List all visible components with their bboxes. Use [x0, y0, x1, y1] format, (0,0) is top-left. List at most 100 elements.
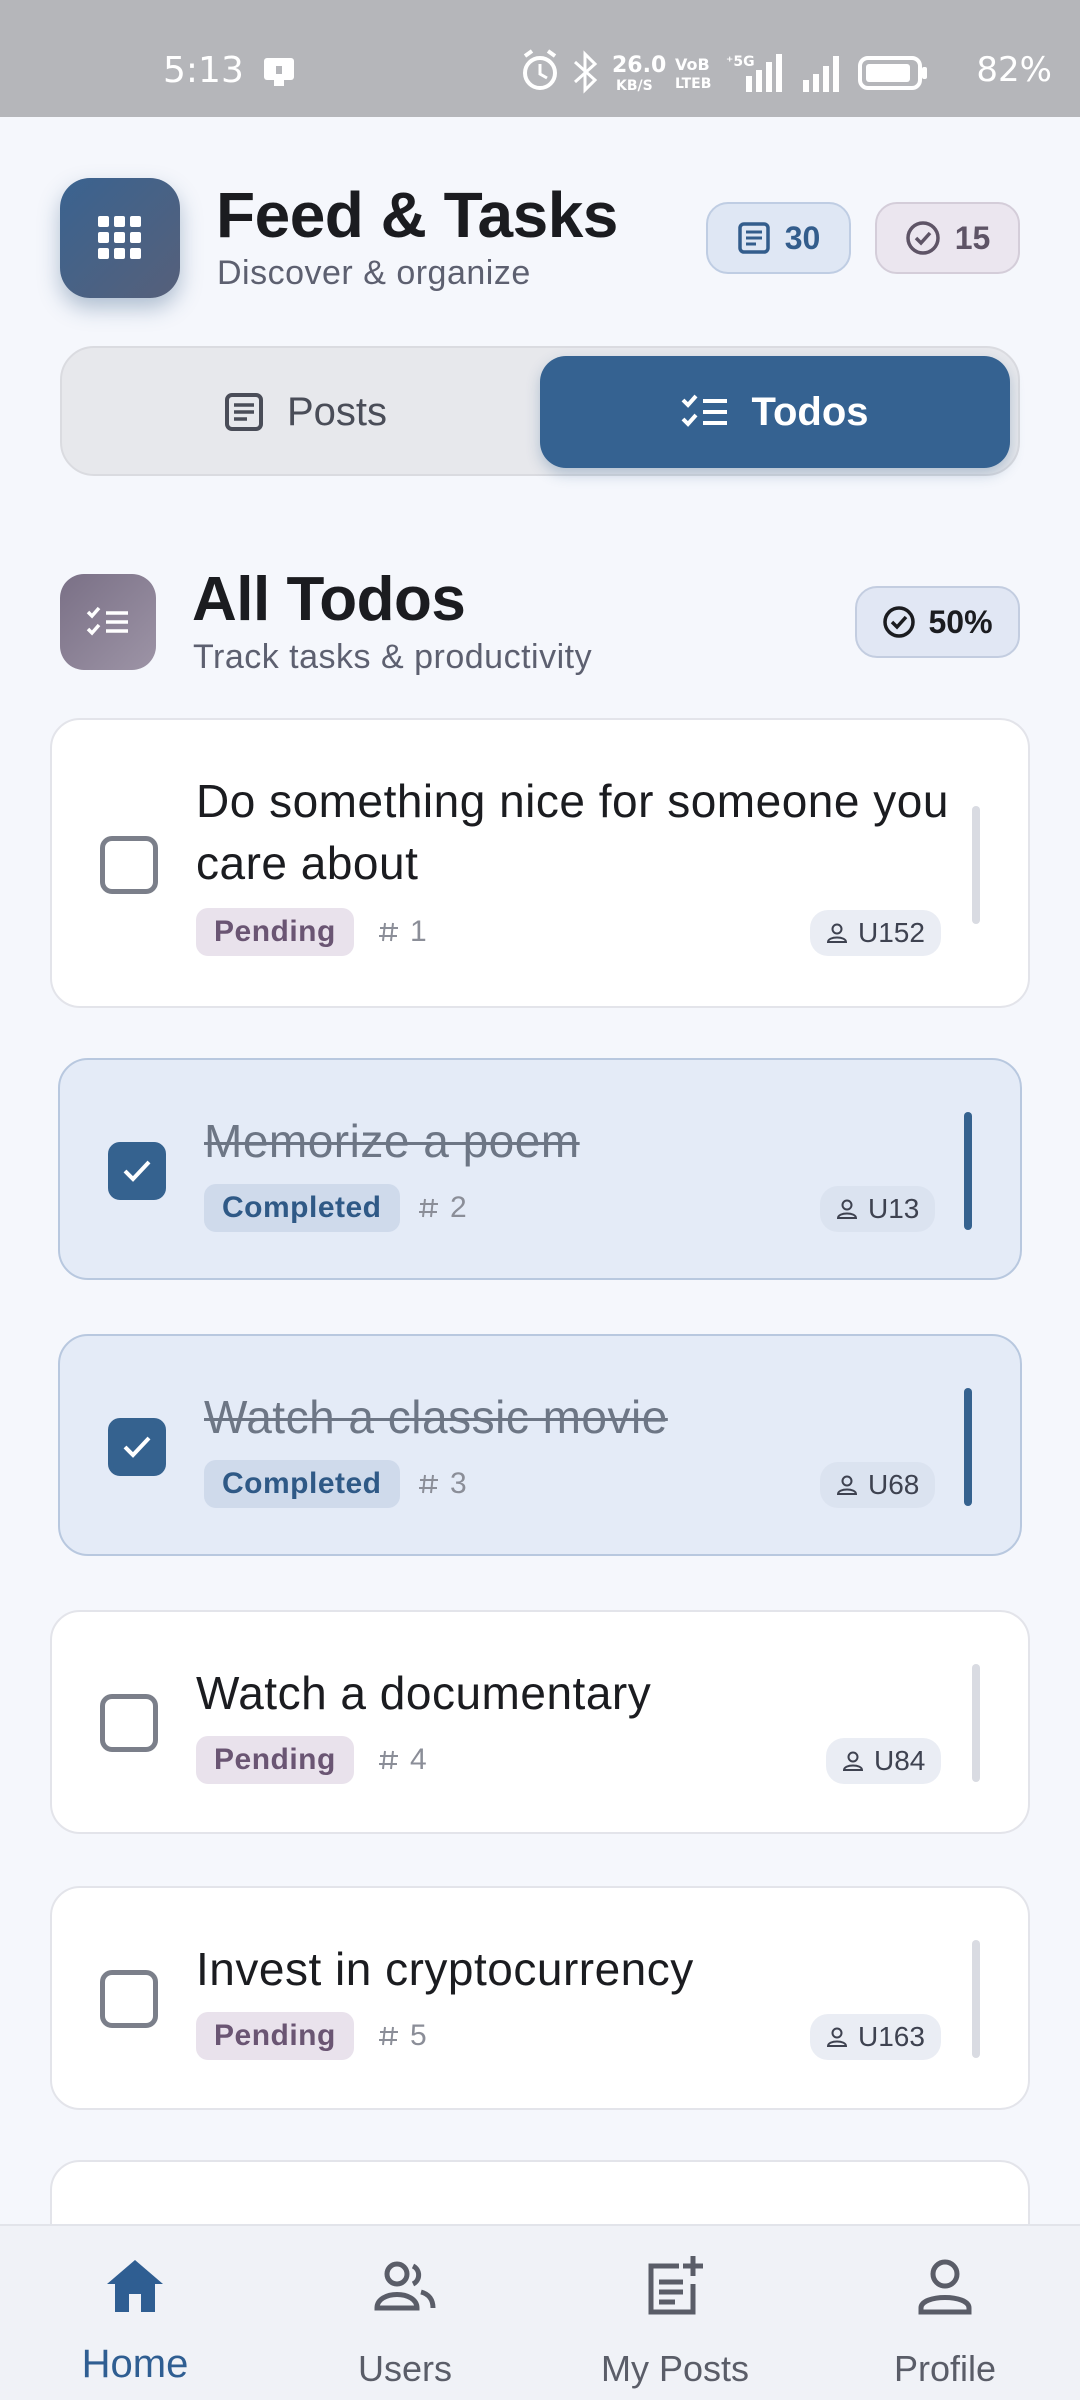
check-circle-icon — [883, 606, 916, 638]
user-badge: U152 — [810, 910, 941, 956]
user-badge: U84 — [826, 1738, 942, 1784]
user-badge: U163 — [810, 2014, 941, 2060]
status-badge: Pending — [196, 1736, 354, 1784]
bluetooth-icon — [573, 50, 598, 94]
todo-number-value: 3 — [450, 1467, 467, 1500]
grid-icon — [98, 216, 141, 259]
todo-number-value: 2 — [450, 1191, 467, 1224]
home-icon — [107, 2260, 163, 2312]
bottom-navigation: Home Users My Posts Profile — [0, 2224, 1080, 2400]
user-id: U13 — [868, 1193, 920, 1224]
hash-icon — [419, 1474, 438, 1494]
completion-badge: 50% — [855, 586, 1020, 658]
todo-number-value: 5 — [410, 2019, 427, 2052]
view-toggle: Posts Todos — [60, 346, 1020, 476]
priority-bar — [964, 1388, 972, 1506]
todo-title: Memorize a poem — [204, 1115, 580, 1167]
todo-card[interactable]: Watch a documentary Pending 4 U84 — [50, 1610, 1030, 1834]
hash-icon — [379, 1750, 398, 1770]
nav-my-posts[interactable]: My Posts — [540, 2226, 810, 2400]
user-badge: U68 — [820, 1462, 936, 1508]
hash-icon — [379, 922, 398, 942]
article-icon — [737, 222, 770, 254]
section-icon — [60, 574, 156, 670]
user-id: U84 — [874, 1745, 926, 1776]
check-icon — [123, 1436, 151, 1458]
nav-profile[interactable]: Profile — [810, 2226, 1080, 2400]
user-id: U163 — [858, 2021, 925, 2052]
notification-icon — [264, 58, 294, 86]
user-id: U68 — [868, 1469, 920, 1500]
todo-card[interactable]: Watch a classic movie Completed 3 U68 — [58, 1334, 1022, 1556]
tab-todos-label: Todos — [751, 389, 869, 434]
todo-card[interactable]: Invest in cryptocurrency Pending 5 U163 — [50, 1886, 1030, 2110]
battery-icon — [858, 56, 927, 90]
nav-users-label: Users — [357, 2348, 452, 2389]
todo-checkbox[interactable] — [108, 1142, 166, 1200]
app-title: Feed & Tasks — [216, 179, 618, 251]
person-icon — [826, 923, 848, 943]
todo-title: Watch a classic movie — [204, 1391, 668, 1443]
post-add-icon — [648, 2256, 703, 2315]
tab-posts[interactable]: Posts — [70, 356, 540, 468]
article-icon — [224, 393, 263, 431]
priority-bar — [972, 806, 980, 924]
status-badge: Pending — [196, 908, 354, 956]
todo-title: Invest in cryptocurrency — [196, 1943, 694, 1995]
nav-home[interactable]: Home — [0, 2226, 270, 2400]
svg-text:VoB: VoB — [675, 55, 710, 74]
todo-number: 5 — [378, 2012, 427, 2060]
priority-bar — [964, 1112, 972, 1230]
person-icon — [836, 1475, 858, 1495]
todo-number: 2 — [418, 1184, 467, 1232]
priority-bar — [972, 1940, 980, 2058]
nav-profile-label: Profile — [893, 2348, 997, 2389]
todo-title: Watch a documentary — [196, 1667, 652, 1719]
todo-number: 1 — [378, 908, 427, 956]
tab-todos[interactable]: Todos — [540, 356, 1010, 468]
todo-title: Do something nice for someone you care a… — [196, 775, 949, 889]
status-time: 5:13 — [163, 50, 244, 91]
person-icon — [826, 2027, 848, 2047]
hash-icon — [379, 2026, 398, 2046]
todo-number-value: 1 — [410, 915, 427, 948]
priority-bar — [972, 1664, 980, 1782]
todo-card[interactable]: Memorize a poem Completed 2 U13 — [58, 1058, 1022, 1280]
hash-icon — [419, 1198, 438, 1218]
section-subtitle: Track tasks & productivity — [193, 638, 593, 676]
users-icon — [374, 2261, 436, 2311]
battery-percent: 82% — [976, 50, 1052, 90]
checklist-icon — [682, 394, 728, 427]
posts-count: 30 — [784, 219, 821, 256]
todo-number: 4 — [378, 1736, 427, 1784]
todo-number: 3 — [418, 1460, 467, 1508]
todo-card[interactable]: Do something nice for someone you care a… — [50, 718, 1030, 1008]
status-badge: Completed — [204, 1184, 400, 1232]
todo-number-value: 4 — [410, 1743, 427, 1776]
checklist-icon — [86, 606, 128, 636]
svg-text:LTEB: LTEB — [675, 76, 711, 92]
todos-count-badge[interactable]: 15 — [875, 202, 1020, 274]
todo-checkbox[interactable] — [100, 1694, 158, 1752]
app-subtitle: Discover & organize — [217, 254, 531, 292]
svg-text:KB/S: KB/S — [616, 78, 653, 94]
posts-count-badge[interactable]: 30 — [706, 202, 851, 274]
check-circle-icon — [905, 221, 940, 255]
tab-posts-label: Posts — [286, 389, 388, 434]
nav-home-label: Home — [81, 2342, 189, 2386]
status-bar: 5:13 26.0 KB/S VoB LTEB ⁺5G 82% — [0, 0, 1080, 117]
profile-icon — [918, 2259, 972, 2315]
todo-checkbox[interactable] — [100, 1970, 158, 2028]
todos-count: 15 — [954, 219, 991, 256]
alarm-icon — [523, 49, 557, 90]
todo-checkbox[interactable] — [108, 1418, 166, 1476]
nav-my-posts-label: My Posts — [600, 2348, 750, 2389]
nav-users[interactable]: Users — [270, 2226, 540, 2400]
user-badge: U13 — [820, 1186, 936, 1232]
section-title: All Todos — [192, 565, 466, 634]
status-badge: Completed — [204, 1460, 400, 1508]
svg-text:26.0: 26.0 — [612, 53, 666, 78]
user-id: U152 — [858, 917, 925, 948]
todo-checkbox[interactable] — [100, 836, 158, 894]
signal-icon: ⁺5G — [726, 54, 839, 92]
